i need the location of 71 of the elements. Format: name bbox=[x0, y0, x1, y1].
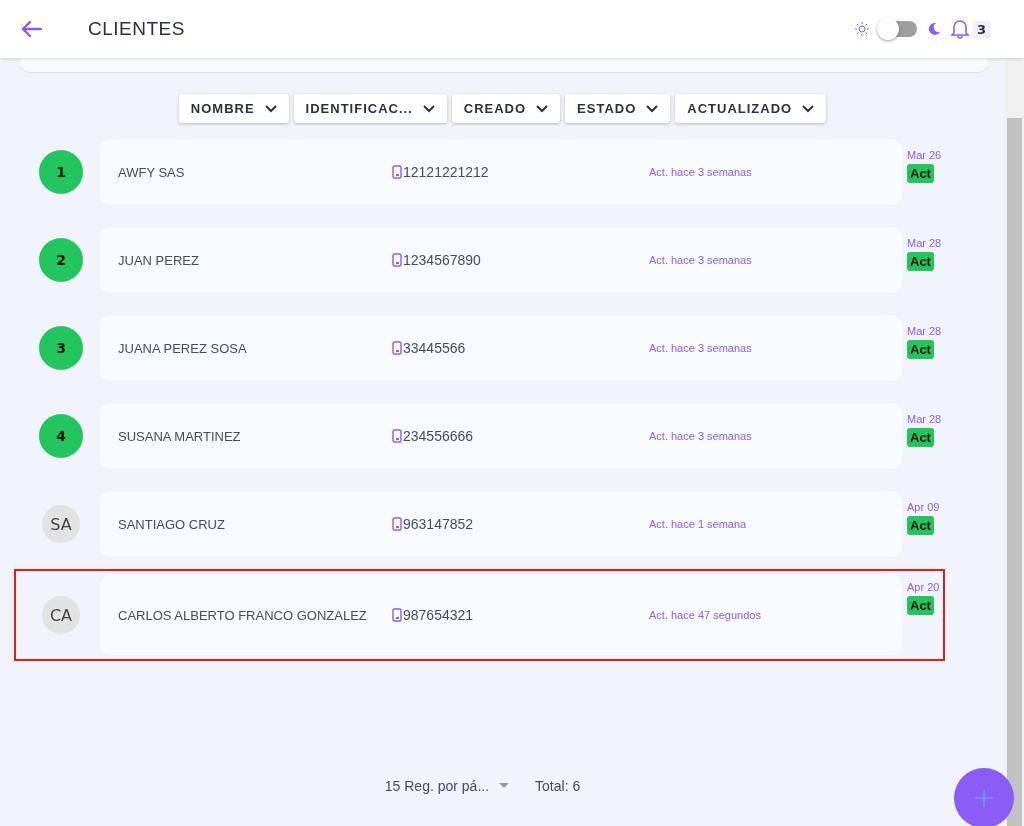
client-name: AWFY SAS bbox=[118, 163, 186, 182]
created-date: Mar 26 bbox=[907, 149, 942, 161]
client-card[interactable]: SANTIAGO CRUZ 963147852 Act. hace 1 semana bbox=[100, 491, 902, 557]
created-date: Apr 09 bbox=[907, 501, 940, 513]
chevron-down-icon bbox=[264, 104, 277, 113]
updated-text: Act. hace 3 semanas bbox=[649, 430, 752, 442]
chevron-down-icon bbox=[422, 104, 435, 113]
phone-icon bbox=[392, 341, 402, 355]
sort-dropdown[interactable]: ACTUALIZADO bbox=[675, 94, 827, 123]
phone-icon bbox=[392, 608, 402, 622]
sort-dropdown[interactable]: ESTADO bbox=[565, 94, 671, 123]
status-badge: Act bbox=[907, 340, 934, 359]
client-card[interactable]: CARLOS ALBERTO FRANCO GONZALEZ 987654321 Act. hace 47 segundos bbox=[100, 575, 902, 655]
updated-text: Act. hace 3 semanas bbox=[649, 342, 752, 354]
sort-dropdown[interactable]: CREADO bbox=[451, 94, 561, 123]
add-button[interactable] bbox=[954, 768, 1014, 826]
phone-icon bbox=[392, 253, 402, 267]
status-badge: Act bbox=[907, 596, 934, 615]
chevron-down-icon bbox=[802, 104, 815, 113]
phone-icon bbox=[392, 165, 402, 179]
client-card[interactable]: JUANA PEREZ SOSA 33445566 Act. hace 3 semanas bbox=[100, 315, 902, 381]
client-name: SUSANA MARTINEZ bbox=[118, 427, 242, 446]
updated-text: Act. hace 47 segundos bbox=[649, 609, 761, 621]
status-badge: Act bbox=[907, 164, 934, 183]
total-count: Total: 6 bbox=[535, 778, 581, 794]
initials-avatar: CA bbox=[42, 596, 80, 634]
theme-toggle[interactable] bbox=[878, 21, 917, 37]
created-date: Mar 28 bbox=[907, 237, 942, 249]
created-date: Apr 20 bbox=[907, 581, 940, 593]
status-badge: Act bbox=[907, 252, 934, 271]
number-avatar: 3 bbox=[39, 326, 83, 370]
created-date: Mar 28 bbox=[907, 413, 942, 425]
phone-number: 963147852 bbox=[403, 516, 474, 532]
bell-icon[interactable] bbox=[950, 19, 969, 39]
sort-dropdown[interactable]: IDENTIFICAC... bbox=[293, 94, 447, 123]
client-name: SANTIAGO CRUZ bbox=[118, 515, 226, 534]
scrollbar[interactable] bbox=[1005, 58, 1024, 826]
number-avatar: 2 bbox=[39, 238, 83, 282]
phone-icon bbox=[392, 429, 402, 443]
phone-number: 33445566 bbox=[403, 340, 466, 356]
client-card[interactable]: SUSANA MARTINEZ 234556666 Act. hace 3 semanas bbox=[100, 403, 902, 469]
phone-number: 987654321 bbox=[403, 607, 474, 623]
phone-icon bbox=[392, 517, 402, 531]
per-page-dropdown[interactable]: 15 Reg. por pá... bbox=[384, 778, 510, 794]
chevron-down-icon bbox=[646, 104, 659, 113]
client-name: JUAN PEREZ bbox=[118, 251, 200, 270]
notification-count: 3 bbox=[972, 20, 990, 38]
moon-icon bbox=[926, 22, 941, 36]
back-arrow-icon[interactable] bbox=[20, 20, 42, 38]
phone-number: 234556666 bbox=[403, 428, 474, 444]
caret-icon bbox=[499, 783, 510, 789]
sort-dropdown[interactable]: NOMBRE bbox=[178, 94, 289, 123]
page-title: CLIENTES bbox=[88, 18, 185, 40]
phone-number: 12121221212 bbox=[403, 164, 489, 180]
sun-icon bbox=[854, 22, 869, 36]
plus-icon bbox=[975, 789, 993, 807]
created-date: Mar 28 bbox=[907, 325, 942, 337]
number-avatar: 1 bbox=[39, 150, 83, 194]
status-badge: Act bbox=[907, 428, 934, 447]
number-avatar: 4 bbox=[39, 414, 83, 458]
client-name: JUANA PEREZ SOSA bbox=[118, 339, 248, 358]
client-card[interactable]: AWFY SAS 12121221212 Act. hace 3 semanas bbox=[100, 139, 902, 205]
status-badge: Act bbox=[907, 516, 934, 535]
chevron-down-icon bbox=[536, 104, 549, 113]
initials-avatar: SA bbox=[42, 505, 80, 543]
phone-number: 1234567890 bbox=[403, 252, 481, 268]
updated-text: Act. hace 3 semanas bbox=[649, 166, 752, 178]
client-name: CARLOS ALBERTO FRANCO GONZALEZ bbox=[118, 606, 368, 625]
client-card[interactable]: JUAN PEREZ 1234567890 Act. hace 3 semanas bbox=[100, 227, 902, 293]
updated-text: Act. hace 3 semanas bbox=[649, 254, 752, 266]
updated-text: Act. hace 1 semana bbox=[649, 518, 747, 530]
